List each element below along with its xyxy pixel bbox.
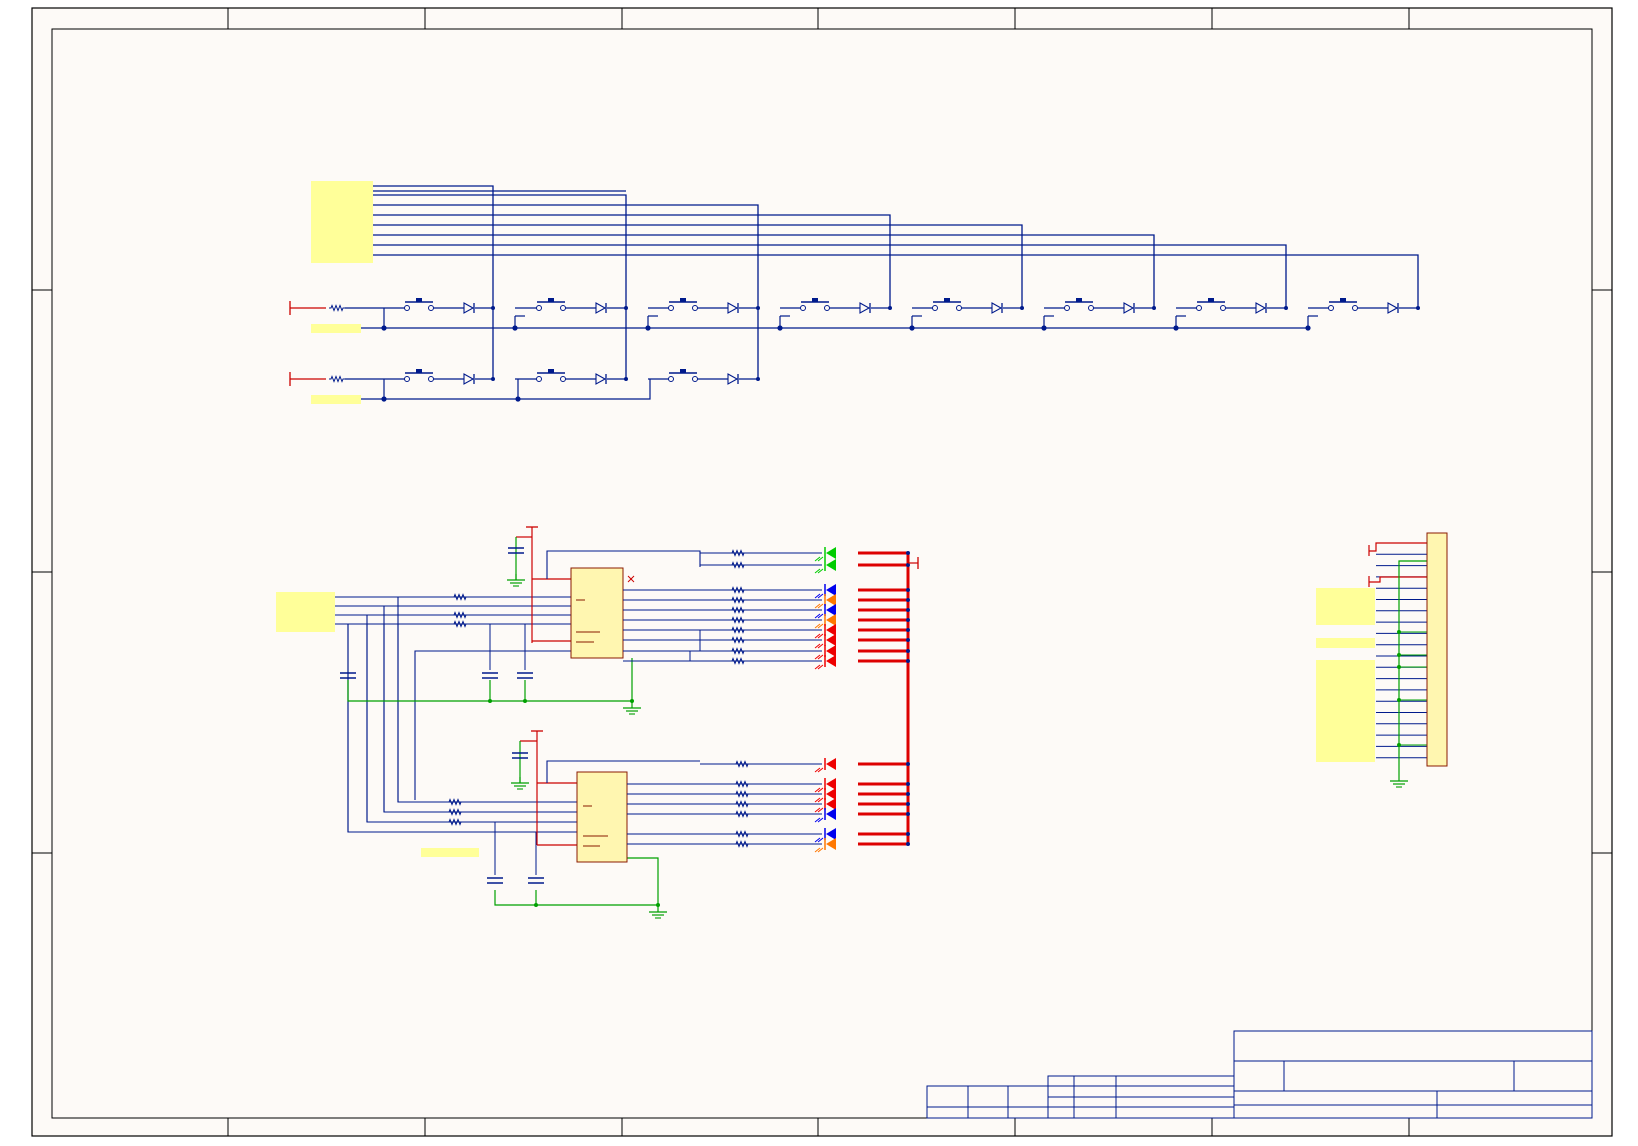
junction-dot bbox=[906, 782, 910, 786]
junction-dot bbox=[777, 325, 783, 331]
connector-body bbox=[1426, 532, 1448, 767]
junction-dot bbox=[523, 699, 527, 703]
connector-port-block bbox=[1316, 638, 1375, 648]
switch-cap bbox=[416, 369, 422, 373]
switch-cap bbox=[416, 298, 422, 302]
switch-cap bbox=[680, 369, 686, 373]
junction-dot bbox=[381, 325, 387, 331]
junction-dot bbox=[1397, 665, 1401, 669]
junction-dot bbox=[1397, 698, 1401, 702]
schematic-sheet bbox=[0, 0, 1638, 1146]
junction-dot bbox=[1152, 306, 1156, 310]
junction-dot bbox=[906, 618, 910, 622]
junction-dot bbox=[906, 659, 910, 663]
junction-dot bbox=[1173, 325, 1179, 331]
junction-dot bbox=[906, 608, 910, 612]
junction-dot bbox=[1020, 306, 1024, 310]
junction-dot bbox=[512, 325, 518, 331]
junction-dot bbox=[906, 628, 910, 632]
junction-dot bbox=[491, 377, 495, 381]
junction-dot bbox=[645, 325, 651, 331]
junction-dot bbox=[906, 792, 910, 796]
switch-cap bbox=[548, 369, 554, 373]
junction-dot bbox=[906, 649, 910, 653]
sheet-inner-border bbox=[51, 28, 1593, 1119]
switch-cap bbox=[1208, 298, 1214, 302]
junction-dot bbox=[906, 842, 910, 846]
junction-dot bbox=[906, 812, 910, 816]
driver-ic-top bbox=[570, 567, 624, 659]
junction-dot bbox=[909, 325, 915, 331]
row1-net-port bbox=[311, 324, 361, 333]
junction-dot bbox=[1041, 325, 1047, 331]
switch-cap bbox=[680, 298, 686, 302]
switch-cap bbox=[944, 298, 950, 302]
switch-cap bbox=[1076, 298, 1082, 302]
row2-net-port bbox=[311, 395, 361, 404]
junction-dot bbox=[906, 762, 910, 766]
junction-dot bbox=[906, 832, 910, 836]
junction-dot bbox=[534, 903, 538, 907]
junction-dot bbox=[906, 588, 910, 592]
junction-dot bbox=[888, 306, 892, 310]
junction-dot bbox=[906, 598, 910, 602]
switch-cap bbox=[812, 298, 818, 302]
switch-cap bbox=[1340, 298, 1346, 302]
connector-port-block bbox=[1316, 588, 1375, 625]
connector-net-ports bbox=[1316, 588, 1375, 762]
junction-dot bbox=[488, 699, 492, 703]
junction-dot bbox=[1284, 306, 1288, 310]
junction-dot bbox=[1305, 325, 1311, 331]
switch-cap bbox=[548, 298, 554, 302]
junction-dot bbox=[1397, 743, 1401, 747]
column-port-block bbox=[311, 181, 373, 263]
junction-dot bbox=[756, 377, 760, 381]
driver-ic-bottom bbox=[576, 771, 628, 863]
junction-dot bbox=[515, 396, 521, 402]
junction-dot bbox=[1397, 653, 1401, 657]
junction-dot bbox=[906, 638, 910, 642]
junction-dot bbox=[491, 306, 495, 310]
junction-dot bbox=[624, 377, 628, 381]
junction-dot bbox=[756, 306, 760, 310]
junction-dot bbox=[1416, 306, 1420, 310]
bottom-net-port bbox=[421, 848, 479, 857]
connector-port-block bbox=[1316, 660, 1375, 762]
junction-dot bbox=[381, 396, 387, 402]
junction-dot bbox=[1397, 630, 1401, 634]
junction-dot bbox=[624, 306, 628, 310]
junction-dot bbox=[906, 551, 910, 555]
input-port-block bbox=[276, 592, 335, 632]
junction-dot bbox=[906, 802, 910, 806]
